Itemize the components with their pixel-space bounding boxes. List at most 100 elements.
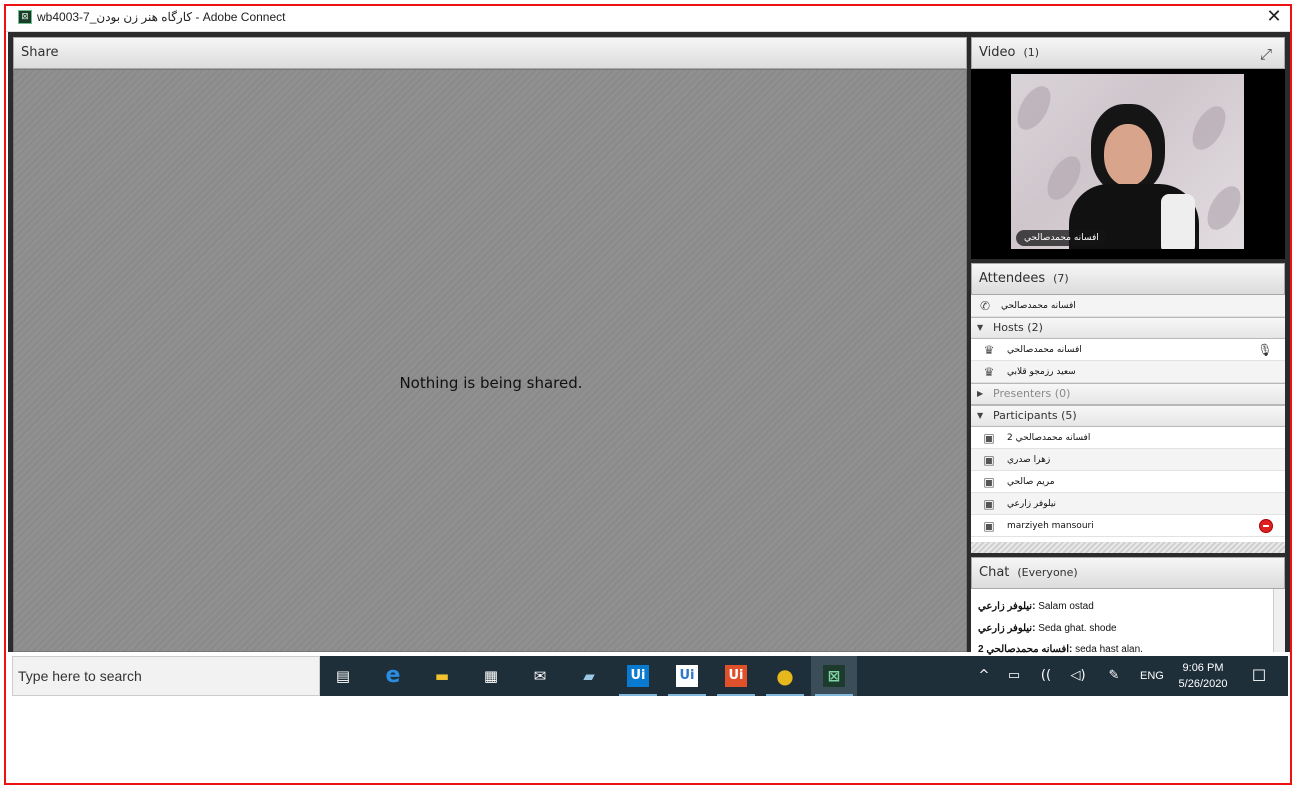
- participant-icon: ▣: [983, 497, 995, 511]
- host-name: سعيد رزمجو قلابي: [1007, 367, 1076, 377]
- chat-message: نيلوفر زارعي: Salam ostad: [978, 601, 1094, 612]
- uipath-studio-icon: Ui: [627, 665, 649, 687]
- uipath-assistant-icon: Ui: [725, 665, 747, 687]
- speaker-name: افسانه محمدصالحي: [1001, 301, 1076, 311]
- participant-name: افسانه محمدصالحي 2: [1007, 433, 1091, 443]
- participant-name: marziyeh mansouri: [1007, 521, 1094, 531]
- chat-sender: نيلوفر زارعي: [978, 601, 1033, 612]
- participant-icon: ▣: [983, 453, 995, 467]
- host-name: افسانه محمدصالحي: [1007, 345, 1082, 355]
- app-window: ⊠ wb4003-7_کارگاه هنر زن بودن - Adobe Co…: [4, 4, 1292, 785]
- video-speaker-name: افسانه محمدصالحي: [1016, 230, 1107, 246]
- person-scarf: [1161, 194, 1195, 249]
- chat-text: seda hast alan.: [1075, 644, 1143, 655]
- share-pod: Share Nothing is being shared.: [13, 37, 967, 652]
- attendees-pod: Attendees (7) ✆ افسانه محمدصالحي ▼ Hosts …: [971, 263, 1285, 553]
- task-view-icon: ▤: [335, 667, 351, 685]
- uipath-studio-button[interactable]: Ui: [615, 656, 661, 696]
- title-bar: ⊠ wb4003-7_کارگاه هنر زن بودن - Adobe Co…: [6, 6, 1290, 32]
- video-pod-title: Video: [979, 45, 1016, 60]
- edge-icon: e: [385, 663, 401, 688]
- uipath-assistant-button[interactable]: Ui: [713, 656, 759, 696]
- away-status-icon: [1259, 519, 1273, 533]
- share-pod-header: Share: [13, 37, 967, 69]
- video-count: (1): [1023, 46, 1040, 59]
- host-row[interactable]: ♛ سعيد رزمجو قلابي: [971, 361, 1285, 383]
- participant-row[interactable]: ▣ marziyeh mansouri: [971, 515, 1285, 537]
- participants-label: Participants (5): [993, 409, 1077, 422]
- hosts-group[interactable]: ▼ Hosts (2): [971, 317, 1285, 339]
- folder-icon: ▬: [434, 667, 450, 685]
- chat-scope: (Everyone): [1017, 566, 1078, 579]
- file-explorer-button[interactable]: ▬: [419, 656, 465, 696]
- notification-icon[interactable]: ☐: [1244, 656, 1274, 696]
- mail-icon: ✉: [533, 667, 547, 685]
- phone-icon: ✆: [979, 299, 991, 313]
- participant-row[interactable]: ▣ افسانه محمدصالحي 2: [971, 427, 1285, 449]
- task-view-button[interactable]: ▤: [320, 656, 366, 696]
- participant-row[interactable]: ▣ نيلوفر زارعي: [971, 493, 1285, 515]
- adobe-connect-button[interactable]: ⊠: [811, 656, 857, 696]
- chat-pod-header: Chat (Everyone): [971, 557, 1285, 589]
- notepad-icon: ▰: [583, 667, 595, 685]
- host-icon: ♛: [983, 365, 995, 379]
- attendees-count: (7): [1053, 272, 1069, 285]
- chat-pod: Chat (Everyone) نيلوفر زارعي: Salam ostad…: [971, 557, 1285, 655]
- uipath-robot-icon: Ui: [676, 665, 698, 687]
- chrome-button[interactable]: ●: [762, 656, 808, 696]
- expanded-arrow-icon: ▼: [977, 323, 984, 332]
- clock[interactable]: 9:06 PM 5/26/2020: [1170, 660, 1236, 692]
- wallpaper-pattern: [1185, 100, 1233, 156]
- participant-name: نيلوفر زارعي: [1007, 499, 1057, 509]
- search-input[interactable]: Type here to search: [12, 656, 320, 696]
- speaker-row[interactable]: ✆ افسانه محمدصالحي: [971, 295, 1285, 317]
- clock-date: 5/26/2020: [1178, 678, 1228, 690]
- close-button[interactable]: ✕: [1265, 8, 1283, 26]
- meeting-room: Share Nothing is being shared. Video (1) …: [8, 32, 1290, 655]
- participant-icon: ▣: [983, 519, 995, 533]
- clock-time: 9:06 PM: [1182, 662, 1224, 674]
- battery-icon[interactable]: ▭: [1002, 656, 1026, 696]
- store-icon: ▦: [483, 667, 499, 685]
- participants-group[interactable]: ▼ Participants (5): [971, 405, 1285, 427]
- input-language[interactable]: ENG: [1140, 656, 1164, 696]
- volume-icon[interactable]: ◁): [1066, 656, 1090, 696]
- search-placeholder: Type here to search: [18, 668, 142, 684]
- hosts-label: Hosts (2): [993, 321, 1043, 334]
- attendees-pod-header: Attendees (7): [971, 263, 1285, 295]
- microphone-icon: 🎙: [1257, 343, 1273, 357]
- share-pod-title: Share: [21, 45, 59, 60]
- wifi-icon[interactable]: ((: [1034, 656, 1058, 696]
- expanded-arrow-icon: ▼: [977, 411, 984, 420]
- participant-icon: ▣: [983, 431, 995, 445]
- chat-pod-title: Chat: [979, 565, 1010, 580]
- show-hidden-icons-chevron-icon[interactable]: ^: [974, 656, 994, 696]
- video-pod: Video (1) ⤢ افسانه محمدصالحي: [971, 37, 1285, 259]
- chat-text: Salam ostad: [1038, 601, 1094, 612]
- participant-name: زهرا صدري: [1007, 455, 1051, 465]
- notepad-button[interactable]: ▰: [566, 656, 612, 696]
- share-area[interactable]: Nothing is being shared.: [13, 69, 967, 652]
- webcam-video[interactable]: افسانه محمدصالحي: [1011, 74, 1244, 249]
- adobe-connect-icon: ⊠: [823, 665, 845, 687]
- edge-button[interactable]: e: [370, 656, 416, 696]
- adobe-connect-icon: ⊠: [18, 10, 32, 24]
- chat-message: نيلوفر زارعي: Seda ghat. shode: [978, 623, 1117, 634]
- store-button[interactable]: ▦: [468, 656, 514, 696]
- host-icon: ♛: [983, 343, 995, 357]
- presenters-group[interactable]: ▶ Presenters (0): [971, 383, 1285, 405]
- participant-row[interactable]: ▣ زهرا صدري: [971, 449, 1285, 471]
- mail-button[interactable]: ✉: [517, 656, 563, 696]
- taskbar: Type here to search ▤ e ▬ ▦ ✉ ▰ Ui Ui Ui…: [12, 656, 1288, 696]
- attendees-pod-title: Attendees: [979, 271, 1046, 286]
- participant-name: مريم صالحي: [1007, 477, 1055, 487]
- host-row[interactable]: ♛ افسانه محمدصالحي 🎙: [971, 339, 1285, 361]
- fullscreen-icon[interactable]: ⤢: [1258, 46, 1274, 62]
- uipath-robot-button[interactable]: Ui: [664, 656, 710, 696]
- chrome-icon: ●: [776, 664, 794, 688]
- pod-resize-strip: [971, 542, 1285, 553]
- share-empty-message: Nothing is being shared.: [399, 374, 583, 392]
- participant-row[interactable]: ▣ مريم صالحي: [971, 471, 1285, 493]
- pen-icon[interactable]: ✎: [1102, 656, 1126, 696]
- chat-scrollbar[interactable]: [1273, 589, 1285, 652]
